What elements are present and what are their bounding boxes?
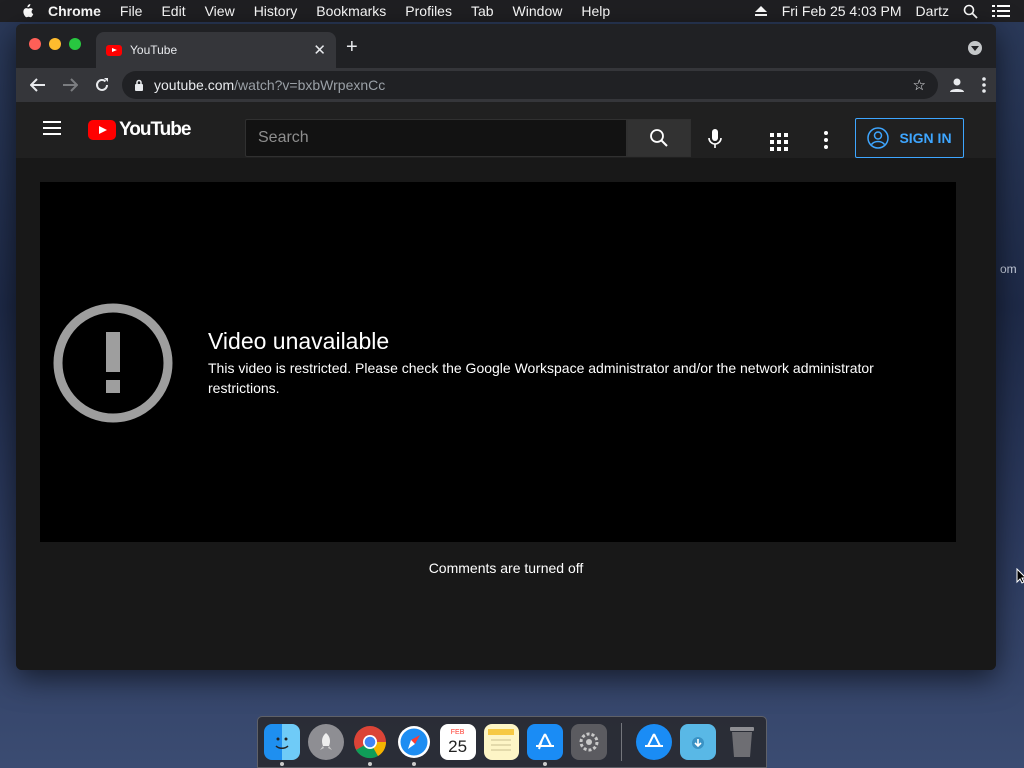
search-icon — [650, 129, 668, 147]
macos-menu-bar: Chrome File Edit View History Bookmarks … — [0, 0, 1024, 22]
launchpad-rocket-icon[interactable] — [307, 724, 344, 760]
search-input[interactable]: Search — [245, 119, 627, 157]
tab-strip: YouTube ✕ + — [16, 24, 996, 68]
notes-app-icon[interactable] — [483, 724, 520, 760]
mouse-cursor-icon — [1016, 568, 1024, 584]
error-title: Video unavailable — [208, 328, 390, 354]
tab-title: YouTube — [130, 43, 178, 57]
calendar-day-label: 25 — [448, 737, 468, 756]
window-controls — [29, 38, 81, 50]
comments-status: Comments are turned off — [428, 560, 584, 576]
watch-page: Video unavailable This video is restrict… — [16, 158, 996, 670]
url-host: youtube.com — [154, 77, 235, 93]
tab-search-chevron-icon[interactable] — [968, 41, 982, 55]
minimize-window-button[interactable] — [49, 38, 61, 50]
finder-icon[interactable] — [264, 724, 300, 766]
menu-window[interactable]: Window — [513, 3, 563, 19]
safari-compass-icon[interactable] — [396, 724, 432, 766]
eject-icon[interactable] — [754, 5, 768, 17]
error-message: This video is restricted. Please check t… — [208, 360, 874, 396]
settings-kebab-icon[interactable] — [824, 131, 828, 149]
downloads-folder-icon[interactable] — [680, 724, 717, 760]
spotlight-search-icon[interactable] — [963, 4, 978, 19]
profile-avatar-icon[interactable] — [948, 76, 966, 94]
menu-tab[interactable]: Tab — [471, 3, 494, 19]
back-arrow-icon[interactable] — [26, 73, 50, 97]
guide-menu-hamburger-icon[interactable] — [43, 121, 61, 135]
alert-exclamation-icon — [53, 303, 173, 423]
menu-view[interactable]: View — [205, 3, 235, 19]
forward-arrow-icon[interactable] — [58, 73, 82, 97]
sign-in-button[interactable]: SIGN IN — [855, 118, 964, 158]
tab-youtube[interactable]: YouTube ✕ — [96, 32, 336, 68]
desktop-peek-text: om — [1000, 262, 1017, 276]
chrome-app-icon[interactable] — [352, 724, 388, 766]
voice-search-mic-icon[interactable] — [708, 129, 722, 149]
tab-close-icon[interactable]: ✕ — [313, 41, 326, 59]
lock-icon[interactable] — [134, 79, 144, 91]
menu-bookmarks[interactable]: Bookmarks — [316, 3, 386, 19]
menu-file[interactable]: File — [120, 3, 143, 19]
apple-icon[interactable] — [20, 4, 34, 18]
browser-menu-kebab-icon[interactable] — [982, 77, 986, 93]
youtube-masthead: YouTube Search SIGN IN — [16, 102, 996, 158]
youtube-favicon-icon — [106, 44, 122, 56]
menu-edit[interactable]: Edit — [161, 3, 185, 19]
reload-icon[interactable] — [90, 73, 114, 97]
new-tab-plus-icon[interactable]: + — [346, 36, 358, 59]
video-player[interactable]: Video unavailable This video is restrict… — [40, 182, 956, 542]
chrome-window: YouTube ✕ + youtube.com/watch?v=bxbWrpex… — [16, 24, 996, 670]
control-center-icon[interactable] — [992, 4, 1010, 18]
url-path: /watch?v=bxbWrpexnCc — [234, 77, 386, 93]
calendar-month-label: FEB — [450, 729, 465, 736]
account-circle-icon — [867, 127, 890, 149]
browser-toolbar: youtube.com/watch?v=bxbWrpexnCc ☆ — [16, 68, 996, 102]
youtube-logo[interactable]: YouTube — [88, 119, 191, 141]
system-preferences-gear-icon[interactable] — [571, 724, 608, 760]
youtube-apps-grid-icon[interactable] — [770, 133, 788, 151]
app-store-download-icon[interactable] — [636, 724, 673, 760]
youtube-logo-text: YouTube — [119, 119, 191, 140]
menubar-user[interactable]: Dartz — [916, 3, 949, 19]
menu-app-chrome[interactable]: Chrome — [48, 3, 101, 19]
zoom-window-button[interactable] — [69, 38, 81, 50]
bookmark-star-icon[interactable]: ☆ — [913, 76, 926, 94]
dock-separator — [621, 723, 623, 761]
menu-help[interactable]: Help — [581, 3, 610, 19]
menubar-clock[interactable]: Fri Feb 25 4:03 PM — [782, 3, 902, 19]
menu-history[interactable]: History — [254, 3, 298, 19]
macos-dock: FEB 25 — [257, 716, 767, 768]
sign-in-label: SIGN IN — [899, 130, 952, 146]
close-window-button[interactable] — [29, 38, 41, 50]
menu-profiles[interactable]: Profiles — [405, 3, 452, 19]
youtube-play-icon — [88, 120, 116, 140]
address-bar[interactable]: youtube.com/watch?v=bxbWrpexnCc ☆ — [122, 71, 938, 99]
search-button[interactable] — [627, 119, 691, 157]
trash-icon[interactable] — [724, 724, 760, 760]
calendar-app-icon[interactable]: FEB 25 — [439, 724, 476, 760]
app-store-icon[interactable] — [527, 724, 564, 766]
